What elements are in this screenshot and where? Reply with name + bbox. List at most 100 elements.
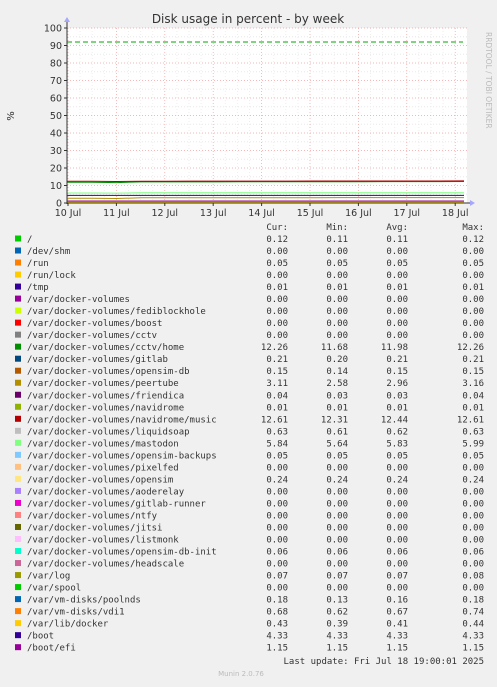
legend-value: 0.14 [326,367,348,377]
legend-value: 1.15 [386,644,408,654]
legend-value: 1.15 [326,644,348,654]
legend-value: 5.99 [462,439,484,449]
legend-value: 0.00 [266,487,288,497]
legend-header: Avg: [386,223,408,233]
y-tick-label: 40 [50,129,62,140]
legend-swatch [15,296,21,302]
legend-label: /var/docker-volumes/aoderelay [27,487,185,497]
legend-value: 0.00 [386,319,408,329]
legend-value: 0.07 [266,572,288,582]
legend-value: 0.00 [386,499,408,509]
legend-value: 0.21 [462,355,484,365]
watermark: RRDTOOL / TOBI OETIKER [484,32,493,129]
munin-footer: Munin 2.0.76 [218,670,264,678]
legend-value: 0.24 [386,475,408,485]
legend-swatch [15,584,21,590]
x-tick-label: 10 Jul [55,208,82,219]
legend-value: 0.05 [386,451,408,461]
y-tick-label: 10 [50,181,62,192]
legend-value: 0.20 [326,355,348,365]
legend-label: /var/docker-volumes/cctv/home [27,343,184,353]
legend-value: 0.00 [386,463,408,473]
legend-value: 0.00 [386,536,408,546]
legend-value: 0.01 [386,403,408,413]
y-tick-label: 80 [50,59,62,70]
legend-swatch [15,452,21,458]
legend-swatch [15,524,21,530]
legend-value: 0.01 [266,403,288,413]
legend-value: 12.26 [457,343,484,353]
legend-swatch [15,596,21,602]
legend-value: 12.44 [381,415,408,425]
disk-usage-chart: Disk usage in percent - by weekRRDTOOL /… [0,0,497,683]
legend-value: 2.96 [386,379,408,389]
legend-label: /run [27,259,49,269]
legend-value: 0.00 [266,271,288,281]
legend-value: 0.00 [462,307,484,317]
legend-value: 0.00 [462,536,484,546]
legend-label: /var/docker-volumes/opensim [27,475,173,485]
legend-value: 12.61 [261,415,288,425]
legend-value: 0.11 [386,235,408,245]
legend-value: 0.07 [326,572,348,582]
legend-value: 0.00 [462,511,484,521]
legend-value: 0.00 [266,584,288,594]
legend-value: 0.00 [462,560,484,570]
legend-value: 0.01 [266,283,288,293]
legend-label: /var/docker-volumes/friendica [27,391,184,401]
legend-value: 0.01 [386,283,408,293]
legend-value: 0.00 [266,331,288,341]
legend-value: 0.05 [462,259,484,269]
legend-label: /dev/shm [27,247,70,257]
legend-value: 0.67 [386,608,408,618]
legend-label: /boot/efi [27,644,76,654]
legend-value: 5.64 [326,439,348,449]
legend-label: /var/docker-volumes/headscale [27,560,184,570]
legend-swatch [15,620,21,626]
legend-value: 1.15 [266,644,288,654]
legend-value: 0.18 [266,596,288,606]
y-tick-label: 70 [50,76,62,87]
legend-value: 0.00 [462,271,484,281]
y-tick-label: 50 [50,111,62,122]
legend-value: 0.05 [462,451,484,461]
legend-value: 0.13 [326,596,348,606]
legend-value: 0.04 [266,391,288,401]
legend-value: 0.68 [266,608,288,618]
legend-value: 0.05 [266,259,288,269]
legend-label: /var/docker-volumes/peertube [27,379,179,389]
legend-value: 0.07 [386,572,408,582]
legend-value: 0.24 [266,475,288,485]
legend-label: /var/vm-disks/poolnds [27,596,141,606]
legend-value: 0.00 [462,499,484,509]
legend-swatch [15,500,21,506]
legend-swatch [15,416,21,422]
legend-label: /var/vm-disks/vdi1 [27,608,125,618]
legend-value: 0.00 [386,331,408,341]
legend-value: 0.00 [462,319,484,329]
legend-value: 0.63 [266,427,288,437]
legend-label: /run/lock [27,271,76,281]
legend-label: /var/log [27,572,70,582]
legend-value: 0.15 [462,367,484,377]
legend-value: 4.33 [462,632,484,642]
legend-swatch [15,548,21,554]
legend-value: 0.00 [326,319,348,329]
legend-value: 0.12 [462,235,484,245]
y-axis-arrow [64,17,70,22]
legend-label: /boot [27,632,54,642]
legend-value: 0.00 [266,319,288,329]
legend-value: 0.44 [462,620,484,630]
legend-swatch [15,560,21,566]
y-tick-label: 30 [50,146,62,157]
legend-value: 0.00 [326,295,348,305]
legend-value: 12.61 [457,415,484,425]
legend-value: 0.00 [386,307,408,317]
legend-label: /var/docker-volumes/opensim-backups [27,451,217,461]
y-tick-label: 90 [50,41,62,52]
legend-value: 0.00 [266,463,288,473]
legend-value: 0.00 [326,271,348,281]
legend-value: 0.00 [326,511,348,521]
legend-label: /var/docker-volumes/boost [27,319,162,329]
legend-label: /var/docker-volumes/liquidsoap [27,427,190,437]
